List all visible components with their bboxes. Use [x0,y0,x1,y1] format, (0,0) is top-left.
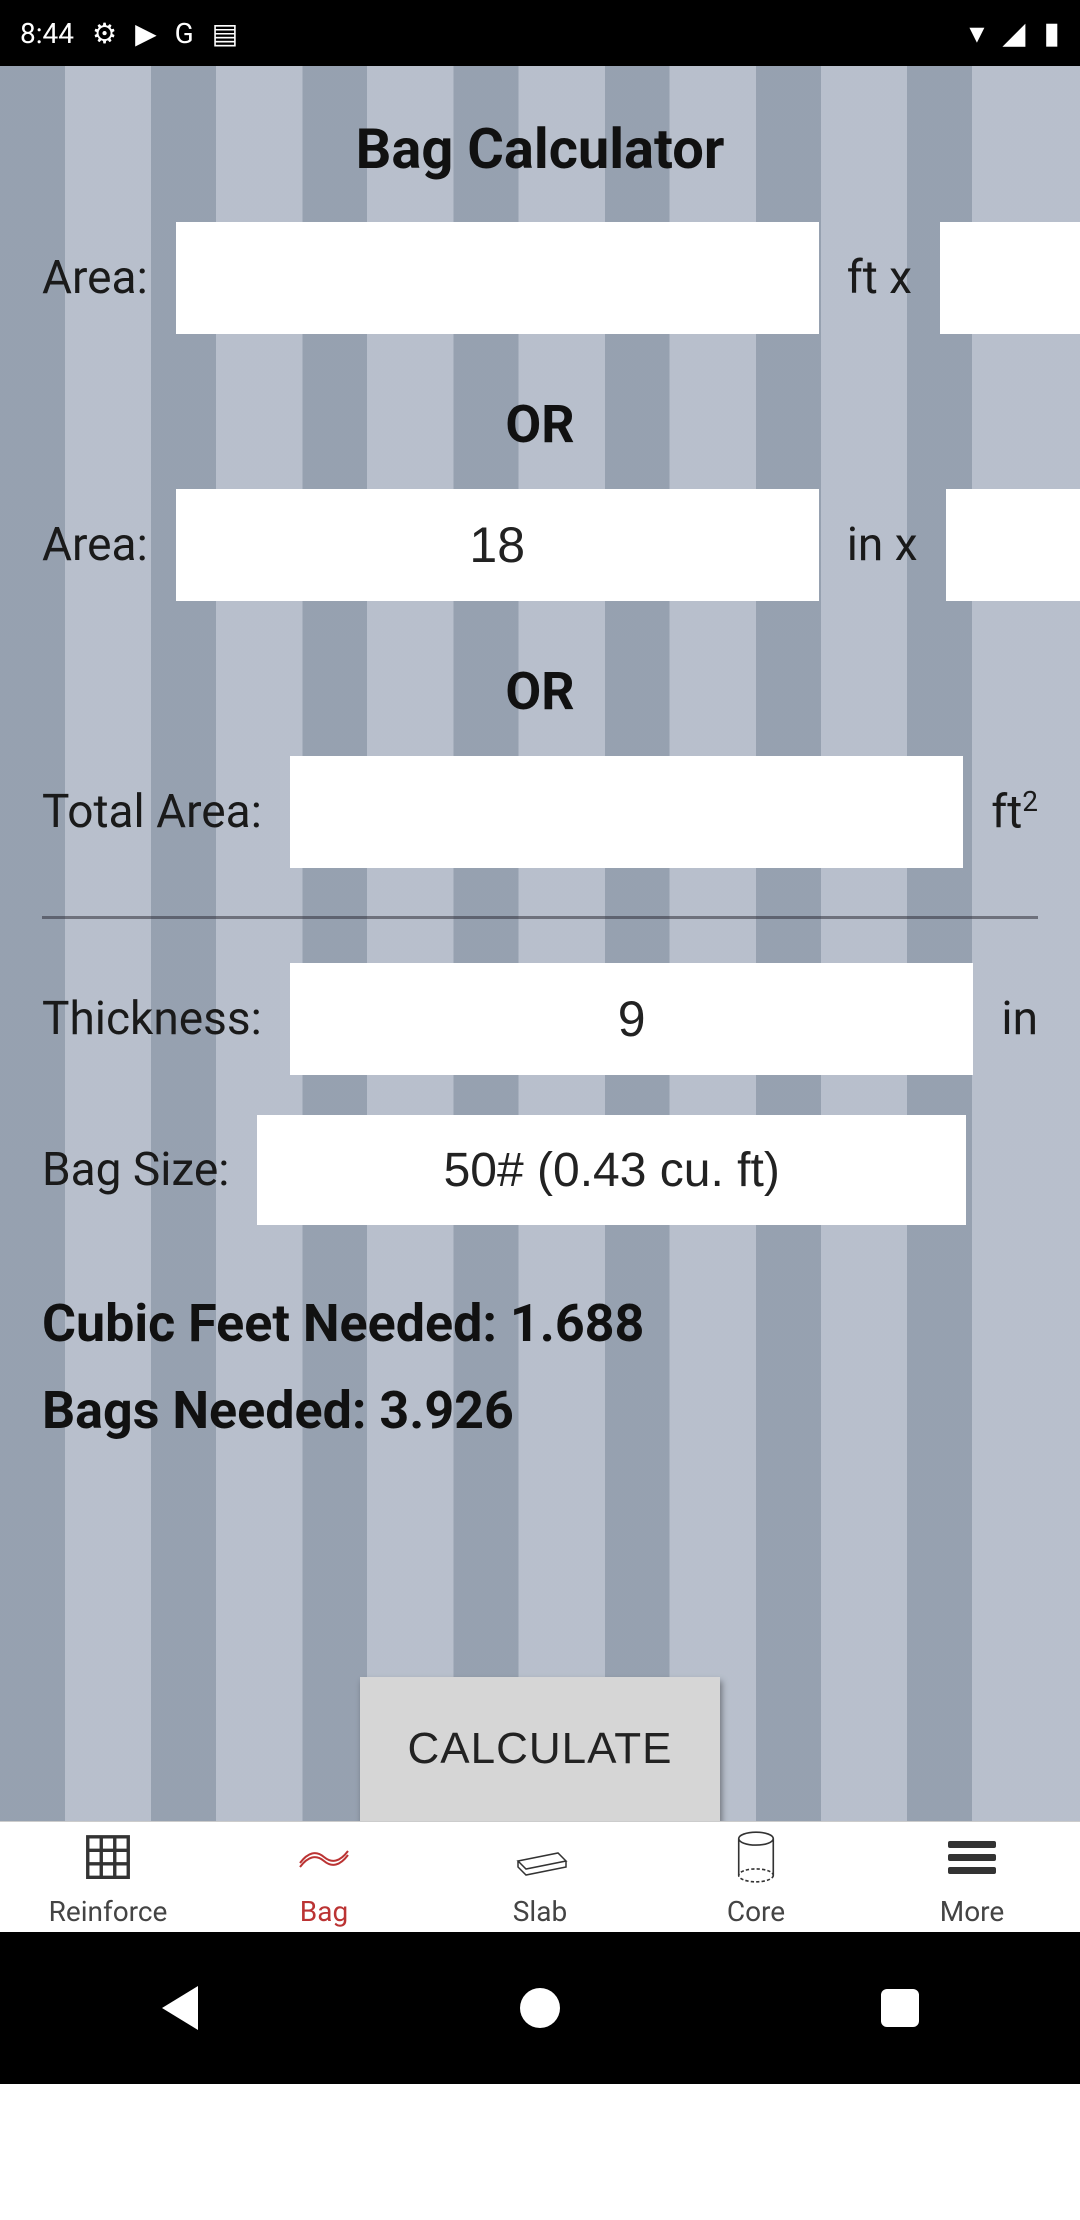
nav-recent-button[interactable] [840,1972,960,2044]
nav-back-button[interactable] [120,1972,240,2044]
back-icon [162,1986,198,2030]
area-in-width-input[interactable] [176,489,819,601]
tab-label: More [940,1895,1005,1928]
tab-bag[interactable]: Bag [216,1822,432,1932]
section-divider [42,916,1038,919]
status-time: 8:44 [20,17,74,50]
area-in-label: Area: [42,518,148,572]
tab-core[interactable]: Core [648,1822,864,1932]
bag-size-label: Bag Size: [42,1143,229,1197]
recent-icon [881,1989,919,2027]
tab-label: Core [727,1895,785,1928]
app-content: Bag Calculator Area: ft x ft OR Area: in… [0,66,1080,1932]
battery-icon: ▮ [1043,16,1060,51]
tab-slab[interactable]: Slab [432,1822,648,1932]
total-area-input[interactable] [290,756,963,868]
bag-size-select[interactable]: 50# (0.43 cu. ft) [257,1115,966,1225]
bottom-tab-bar: Reinforce Bag Slab Core More [0,1821,1080,1932]
area-in-row: Area: in x in [42,489,1038,601]
area-ft-row: Area: ft x ft [42,222,1038,334]
nav-home-button[interactable] [480,1972,600,2044]
cylinder-icon [734,1827,778,1887]
bags-needed-result: Bags Needed: 3.926 [42,1380,1038,1441]
bag-icon [294,1827,354,1887]
calculate-button[interactable]: CALCULATE [360,1677,720,1821]
gear-icon: ⚙ [92,17,117,50]
menu-icon [948,1827,996,1887]
tab-label: Bag [300,1895,348,1928]
area-in-length-input[interactable] [946,489,1080,601]
total-area-unit: ft2 [991,785,1038,839]
total-area-row: Total Area: ft2 [42,756,1038,868]
tab-reinforce[interactable]: Reinforce [0,1822,216,1932]
shield-play-icon: ▶ [135,17,157,50]
wifi-icon: ▾ [969,16,984,51]
area-ft-sep: ft x [847,251,912,305]
area-in-sep: in x [847,518,918,572]
area-ft-length-input[interactable] [940,222,1080,334]
thickness-unit: in [1001,992,1038,1046]
home-icon [520,1988,560,2028]
cubic-feet-result: Cubic Feet Needed: 1.688 [42,1293,1038,1354]
g-circle-icon: G [175,17,194,50]
or-separator-1: OR [42,394,1038,455]
area-ft-label: Area: [42,251,148,305]
area-ft-width-input[interactable] [176,222,819,334]
total-area-label: Total Area: [42,785,262,839]
tab-label: Reinforce [49,1895,168,1928]
page-title: Bag Calculator [0,66,1080,222]
status-bar: 8:44 ⚙ ▶ G ▤ ▾ ◢ ▮ [0,0,1080,66]
cell-signal-icon: ◢ [1002,16,1025,51]
tab-label: Slab [513,1895,567,1928]
or-separator-2: OR [42,661,1038,722]
sd-card-icon: ▤ [212,17,238,50]
thickness-input[interactable] [290,963,974,1075]
thickness-label: Thickness: [42,992,262,1046]
system-nav-bar [0,1932,1080,2084]
slab-icon [510,1827,570,1887]
thickness-row: Thickness: in [42,963,1038,1075]
grid-icon [81,1827,135,1887]
bag-size-row: Bag Size: 50# (0.43 cu. ft) [42,1115,1038,1225]
tab-more[interactable]: More [864,1822,1080,1932]
